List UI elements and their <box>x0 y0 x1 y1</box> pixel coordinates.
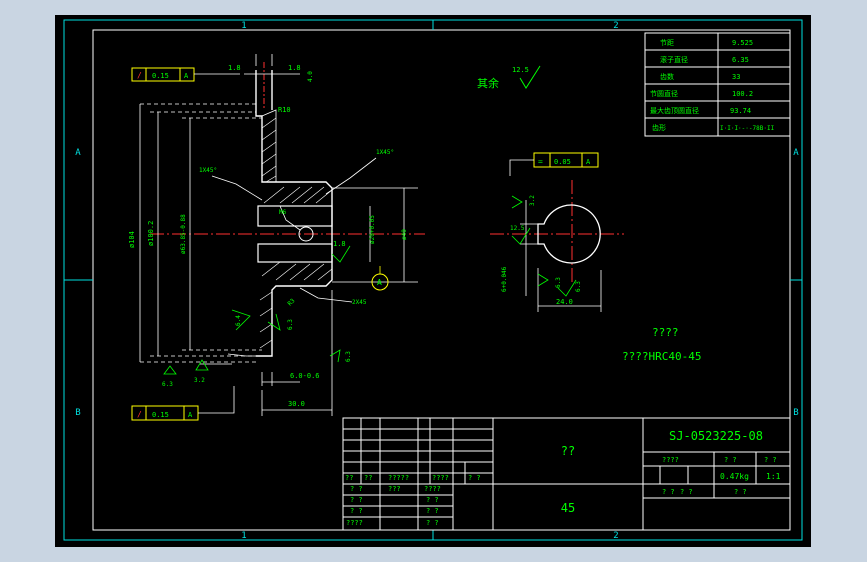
roughness-rest-label: 其余 <box>477 76 499 90</box>
zone-label-top-2: 2 <box>613 21 618 31</box>
drawing-canvas <box>55 15 811 547</box>
zone-label-top-1: 1 <box>241 21 246 31</box>
title-header-b: ? ? <box>764 456 777 464</box>
title-drawing-number: SJ-0523225-08 <box>669 429 763 443</box>
note-line-1: ???? <box>652 326 679 339</box>
title-weight-label: ???? <box>662 456 679 464</box>
zone-label-right-b: B <box>793 408 798 418</box>
param-value-1: 9.525 <box>732 39 753 47</box>
param-value-4: 100.2 <box>732 90 753 98</box>
param-label-6: 齿形 <box>652 124 666 132</box>
cad-drawing-sheet: 1 2 1 2 A B A B 节距 9.525 滚子直径 6.35 齿数 33… <box>55 15 811 547</box>
dim-chamfer-2: 1X45° <box>376 149 394 156</box>
dim-rough-64: 6.4 <box>235 315 242 326</box>
dim-hole: M6 <box>279 209 287 216</box>
svg-text:=: = <box>538 157 543 166</box>
svg-text:0.15: 0.15 <box>152 411 169 419</box>
title-sheet-a: ? ? <box>662 488 675 496</box>
svg-text:????: ???? <box>424 485 441 493</box>
title-part-name: ?? <box>561 444 575 458</box>
dim-bore: ø20+0.05 <box>369 215 376 244</box>
dim-len-6: 6.0-0.6 <box>290 372 320 380</box>
note-line-2: ????HRC40-45 <box>622 350 701 363</box>
title-sheet-c: ? ? <box>734 488 747 496</box>
svg-text:? ?: ? ? <box>426 519 439 527</box>
dim-r10: R10 <box>278 106 291 114</box>
dim-len-30: 30.0 <box>288 400 305 408</box>
title-scale: 1:1 <box>766 472 781 481</box>
svg-text:/: / <box>137 410 142 419</box>
svg-text:0.05: 0.05 <box>554 158 571 166</box>
zone-label-bottom-2: 2 <box>613 531 618 541</box>
param-label-3: 齿数 <box>660 72 674 81</box>
svg-text:????: ???? <box>346 519 363 527</box>
dim-rough-63a: 6.3 <box>287 319 294 330</box>
svg-text:? ?: ? ? <box>350 507 363 515</box>
param-label-1: 节距 <box>660 39 674 47</box>
svg-text:????: ???? <box>432 474 449 482</box>
dim-rough-32: 3.2 <box>194 377 205 384</box>
key-dim-24: 24.0 <box>556 298 573 306</box>
dim-top-2: 1.8 <box>288 64 301 72</box>
dim-outer-40: ø40 <box>401 229 408 240</box>
title-header-a: ? ? <box>724 456 737 464</box>
dim-dia-hub: ø63.85-0.88 <box>180 214 187 254</box>
svg-text:0.15: 0.15 <box>152 72 169 80</box>
key-rough-63b: 6.3 <box>575 281 582 292</box>
zone-label-right-a: A <box>793 148 799 158</box>
dim-dia-104: ø104 <box>128 231 136 248</box>
param-value-2: 6.35 <box>732 56 749 64</box>
zone-label-left-a: A <box>75 148 81 158</box>
dim-top-1: 1.8 <box>228 64 241 72</box>
title-material: 45 <box>561 501 575 515</box>
dim-rough-63c: 6.3 <box>345 351 352 362</box>
key-rough-125: 12.5 <box>510 225 525 232</box>
svg-text:???: ??? <box>388 485 401 493</box>
zone-label-left-b: B <box>75 408 80 418</box>
param-value-5: 93.74 <box>730 107 751 115</box>
dim-chamfer-3: 2X45 <box>352 299 367 306</box>
svg-text:/: / <box>137 71 142 80</box>
key-rough-63a: 6.3 <box>555 277 562 288</box>
param-value-3: 33 <box>732 73 740 81</box>
svg-text:? ?: ? ? <box>426 496 439 504</box>
roughness-rest-value: 12.5 <box>512 66 529 74</box>
param-value-6: I·I·I·-·-78B·II <box>720 125 775 132</box>
dim-top-3: 4.0 <box>307 71 314 82</box>
svg-text:? ?: ? ? <box>426 507 439 515</box>
dim-rough-18: 1.8 <box>333 240 346 248</box>
title-weight: 0.47kg <box>720 472 749 481</box>
dim-rough-63b: 6.3 <box>162 381 173 388</box>
title-sheet-b: ? ? <box>680 488 693 496</box>
key-rough-32: 3.2 <box>529 195 536 206</box>
svg-text:? ?: ? ? <box>468 474 481 482</box>
svg-text:? ?: ? ? <box>350 496 363 504</box>
dim-dia-100: ø100.2 <box>147 221 155 246</box>
datum-a-label: A <box>377 278 382 287</box>
svg-text:??: ?? <box>364 474 372 482</box>
key-dim-6: 6+0.046 <box>501 266 508 292</box>
param-label-5: 最大齿顶圆直径 <box>650 106 699 115</box>
dim-chamfer-1: 1X45° <box>199 167 217 174</box>
svg-text:?????: ????? <box>388 474 409 482</box>
svg-text:? ?: ? ? <box>350 485 363 493</box>
param-label-2: 滚子直径 <box>660 55 688 64</box>
zone-label-bottom-1: 1 <box>241 531 246 541</box>
param-label-4: 节圆直径 <box>650 89 678 98</box>
svg-text:??: ?? <box>345 474 353 482</box>
